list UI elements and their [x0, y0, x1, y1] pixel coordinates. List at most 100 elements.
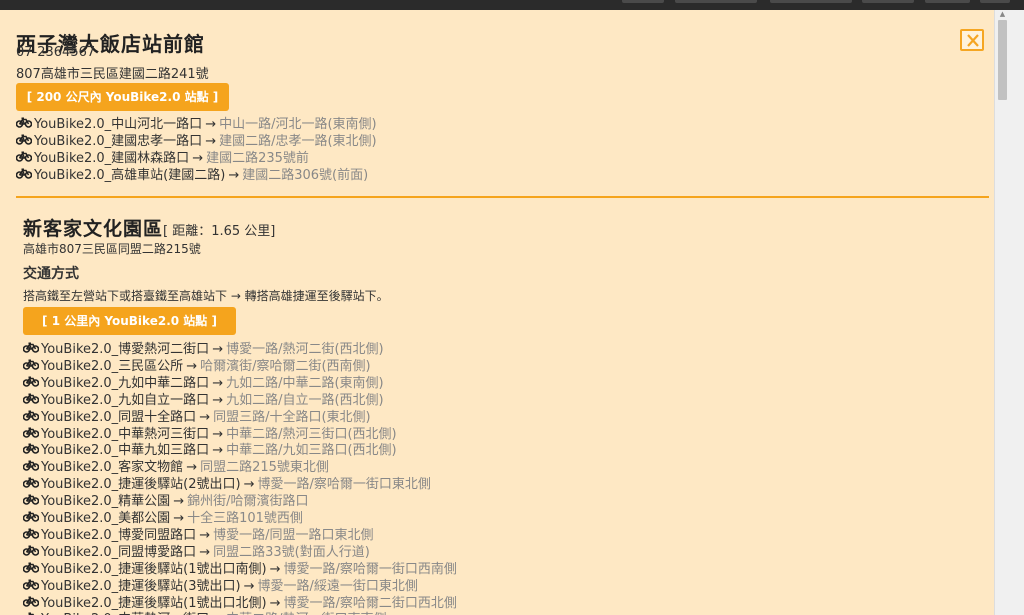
nearby-1km-youbike-button[interactable]: [ 1 公里內 YouBike2.0 站點 ] [23, 307, 236, 335]
arrow: → [212, 443, 224, 459]
station-name: YouBike2.0_同盟十全路口 [41, 409, 197, 425]
station-name: YouBike2.0_客家文物館 [41, 460, 184, 476]
station-row: YouBike2.0_中華熱河一街口→中華二路/熱河一街口東南側 [23, 611, 386, 615]
station-name: YouBike2.0_中山河北一路口 [34, 117, 203, 132]
arrow: → [186, 358, 198, 374]
station-location: 博愛一路/綏遠一街口東北側 [257, 578, 418, 594]
bicycle-icon [22, 476, 41, 493]
transport-text: 搭高鐵至左營站下或搭臺鐵至高雄站下 → 轉搭高雄捷運至後驛站下。 [23, 289, 389, 303]
arrow: → [212, 375, 224, 391]
station-location: 博愛一路/察哈爾一街口東北側 [257, 477, 431, 493]
attraction-title: 新客家文化園區[ 距離：1.65 公里] [23, 214, 275, 241]
top-bar-tab[interactable] [622, 0, 664, 3]
browser-top-bar [0, 0, 1024, 10]
station-row: YouBike2.0_美都公園 → 十全三路101號西側 [22, 510, 303, 527]
vertical-scrollbar[interactable]: ▲ [994, 10, 1024, 615]
hotel-address: 807高雄市三民區建國二路241號 [16, 67, 209, 82]
station-row: YouBike2.0_捷運後驛站(3號出口) → 博愛一路/綏遠一街口東北側 [22, 578, 418, 595]
station-row: YouBike2.0_客家文物館 → 同盟二路215號東北側 [22, 459, 329, 476]
station-location: 同盟二路33號(對面人行道) [213, 544, 370, 560]
station-name: YouBike2.0_捷運後驛站(1號出口南側) [41, 561, 267, 577]
station-location: 建國二路/忠孝一路(東北側) [219, 134, 377, 149]
station-location: 中華二路/九如三路口(西北側) [226, 443, 397, 459]
station-name: YouBike2.0_中華九如三路口 [41, 443, 210, 459]
station-location: 中華二路/熱河三街口(西北側) [226, 426, 397, 442]
station-row: YouBike2.0_建國林森路口 → 建國二路235號前 [15, 150, 309, 167]
station-row: YouBike2.0_九如中華二路口 → 九如二路/中華二路(東南側) [22, 375, 384, 392]
arrow: → [212, 392, 224, 408]
bicycle-icon [15, 167, 34, 184]
station-row: YouBike2.0_捷運後驛站(1號出口北側) → 博愛一路/察哈爾二街口西北側 [22, 595, 457, 612]
top-bar-tab[interactable] [980, 0, 1010, 3]
bicycle-icon [15, 116, 34, 133]
transport-heading: 交通方式 [23, 266, 79, 282]
top-bar-tab[interactable] [675, 0, 757, 3]
bicycle-icon [22, 442, 41, 459]
nearby-200m-youbike-button[interactable]: [ 200 公尺內 YouBike2.0 站點 ] [16, 83, 229, 111]
station-name: YouBike2.0_博愛同盟路口 [41, 527, 197, 543]
station-location: 博愛一路/察哈爾一街口西南側 [283, 561, 457, 577]
hotel-phone: 07-2364567 [16, 45, 96, 60]
attraction-name: 新客家文化園區 [23, 218, 164, 240]
scroll-up-icon[interactable]: ▲ [998, 10, 1007, 18]
close-button[interactable] [960, 29, 984, 51]
section-divider [16, 196, 989, 198]
station-location: 十全三路101號西側 [187, 511, 303, 526]
scrollbar-thumb[interactable] [998, 20, 1007, 100]
close-x-icon [967, 34, 979, 47]
arrow: → [205, 117, 217, 132]
arrow: → [173, 494, 185, 510]
station-location: 博愛一路/察哈爾二街口西北側 [283, 595, 457, 611]
bicycle-icon [15, 133, 34, 150]
arrow: → [186, 460, 198, 476]
station-row: YouBike2.0_高雄車站(建國二路) → 建國二路306號(前面) [15, 167, 369, 184]
station-location: 博愛一路/熱河二街(西北側) [226, 342, 384, 357]
station-name: YouBike2.0_捷運後驛站(2號出口) [41, 477, 241, 493]
station-name: YouBike2.0_同盟博愛路口 [41, 544, 197, 560]
arrow: → [199, 527, 211, 543]
bicycle-icon [22, 510, 41, 527]
bicycle-icon [22, 544, 41, 561]
station-location: 同盟二路215號東北側 [200, 460, 329, 476]
station-location: 博愛一路/同盟一路口東北側 [213, 527, 374, 543]
top-bar-tab[interactable] [770, 0, 852, 3]
top-bar-tab[interactable] [862, 0, 914, 3]
arrow: → [212, 426, 224, 442]
bicycle-icon [22, 392, 41, 409]
arrow: → [243, 578, 255, 594]
station-location: 哈爾濱街/察哈爾二街(西南側) [200, 358, 371, 374]
station-row: YouBike2.0_捷運後驛站(2號出口) → 博愛一路/察哈爾一街口東北側 [22, 476, 431, 493]
station-row: YouBike2.0_九如自立一路口 → 九如二路/自立一路(西北側) [22, 392, 384, 409]
station-name: YouBike2.0_三民區公所 [41, 358, 184, 374]
station-location: 九如二路/中華二路(東南側) [226, 375, 384, 391]
station-name: YouBike2.0_建國林森路口 [34, 151, 190, 166]
station-location: 建國二路306號(前面) [242, 168, 369, 183]
top-bar-tab[interactable] [925, 0, 970, 3]
bicycle-icon [22, 493, 41, 510]
station-name: YouBike2.0_美都公園 [41, 511, 171, 526]
station-name: YouBike2.0_九如自立一路口 [41, 392, 210, 408]
station-row: YouBike2.0_中山河北一路口 → 中山一路/河北一路(東南側) [15, 116, 377, 133]
arrow: → [205, 134, 217, 149]
bicycle-icon [22, 341, 41, 358]
bicycle-icon [22, 527, 41, 544]
arrow: → [243, 477, 255, 493]
arrow: → [173, 511, 185, 526]
arrow: → [199, 544, 211, 560]
station-name: YouBike2.0_博愛熱河二街口 [41, 342, 210, 357]
station-name: YouBike2.0_精華公園 [41, 494, 171, 510]
attraction-distance: [ 距離：1.65 公里] [163, 224, 276, 239]
station-row: YouBike2.0_中華熱河三街口 → 中華二路/熱河三街口(西北側) [22, 426, 397, 443]
arrow: → [192, 151, 204, 166]
station-location: 建國二路235號前 [206, 151, 309, 166]
station-row: YouBike2.0_捷運後驛站(1號出口南側) → 博愛一路/察哈爾一街口西南側 [22, 561, 457, 578]
bicycle-icon [22, 358, 41, 375]
station-row: YouBike2.0_同盟博愛路口 → 同盟二路33號(對面人行道) [22, 544, 370, 561]
bicycle-icon [22, 375, 41, 392]
bicycle-icon [22, 561, 41, 578]
arrow: → [269, 561, 281, 577]
station-name: YouBike2.0_捷運後驛站(1號出口北側) [41, 595, 267, 611]
bicycle-icon [22, 459, 41, 476]
station-name: YouBike2.0_捷運後驛站(3號出口) [41, 578, 241, 594]
station-name: YouBike2.0_建國忠孝一路口 [34, 134, 203, 149]
